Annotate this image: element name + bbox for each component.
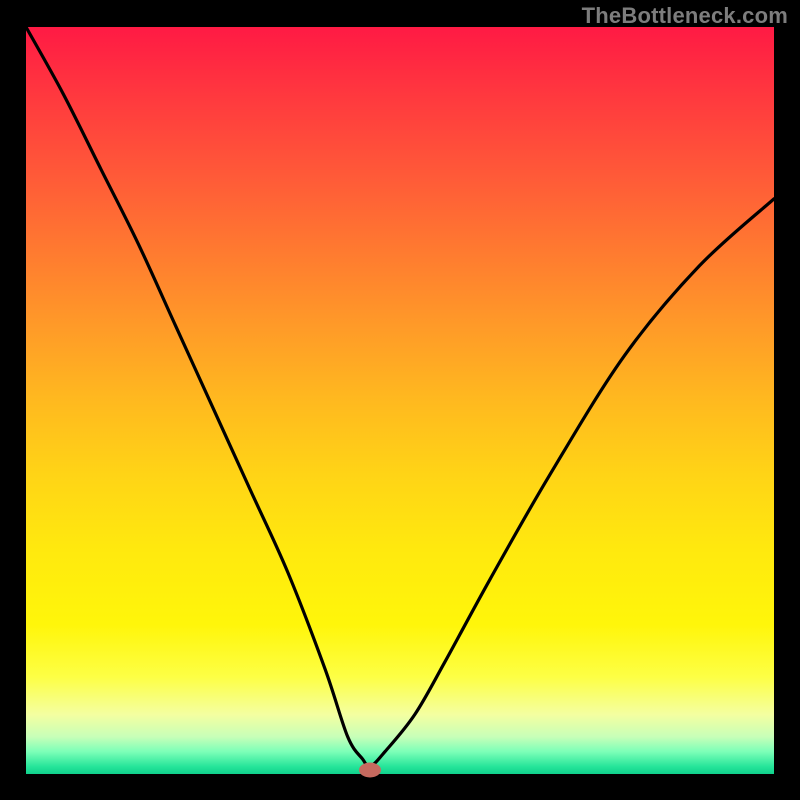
optimum-marker [359, 762, 381, 777]
chart-frame: TheBottleneck.com [0, 0, 800, 800]
plot-area [26, 27, 774, 774]
watermark-text: TheBottleneck.com [582, 3, 788, 29]
curve-path [26, 27, 774, 767]
bottleneck-curve [26, 27, 774, 774]
